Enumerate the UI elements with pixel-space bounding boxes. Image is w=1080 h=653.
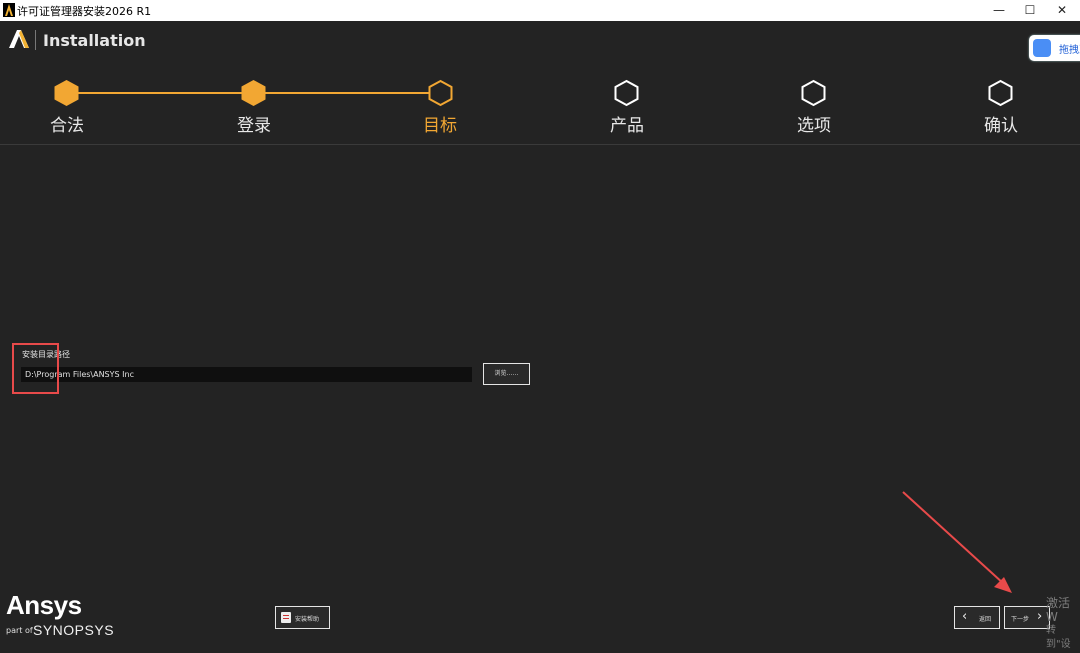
annotation-highlight-box bbox=[12, 343, 59, 394]
window-titlebar: 许可证管理器安装2026 R1 — ☐ ✕ bbox=[0, 0, 1080, 22]
next-button[interactable]: 下一步 › bbox=[1004, 606, 1050, 629]
back-button[interactable]: ‹ 返回 bbox=[954, 606, 1000, 629]
close-button[interactable]: ✕ bbox=[1047, 0, 1077, 21]
synopsys-wordmark: SYNOPSYS bbox=[33, 622, 115, 638]
watermark-line-2: 转到"设 bbox=[1046, 625, 1071, 650]
step-progress: 合法 登录 目标 产品 选项 确认 bbox=[0, 21, 1080, 144]
help-document-icon bbox=[281, 612, 291, 623]
maximize-button[interactable]: ☐ bbox=[1015, 0, 1045, 21]
step-label-products: 产品 bbox=[610, 116, 644, 136]
activation-watermark: 激活 W 转到"设 bbox=[1046, 596, 1080, 652]
install-help-button[interactable]: 安装帮助 bbox=[275, 606, 330, 629]
browse-button[interactable]: 浏览…… bbox=[483, 363, 530, 385]
next-label: 下一步 bbox=[1011, 616, 1030, 623]
step-label-login: 登录 bbox=[237, 116, 271, 136]
step-label-options: 选项 bbox=[797, 116, 831, 136]
step-label-legal: 合法 bbox=[50, 116, 84, 136]
step-hexagon-icon bbox=[54, 80, 79, 106]
minimize-button[interactable]: — bbox=[984, 0, 1014, 21]
back-label: 返回 bbox=[979, 616, 992, 623]
main-content: 安装目录路径 浏览…… Ansys part of SYNOPSYS 安装帮助 … bbox=[0, 145, 1080, 653]
install-help-label: 安装帮助 bbox=[295, 616, 320, 623]
step-label-target: 目标 bbox=[423, 116, 457, 136]
install-path-input[interactable] bbox=[21, 367, 472, 382]
watermark-line-1: 激活 W bbox=[1046, 596, 1071, 624]
installer-header: Installation 拖拽到 合法 登录 目标 产品 选项 确认 bbox=[0, 21, 1080, 145]
step-hexagon-icon bbox=[428, 79, 453, 107]
ansys-app-icon bbox=[3, 3, 15, 17]
step-hexagon-icon bbox=[801, 79, 826, 107]
step-hexagon-icon bbox=[988, 79, 1013, 107]
window-title: 许可证管理器安装2026 R1 bbox=[17, 5, 152, 18]
chevron-left-icon: ‹ bbox=[962, 609, 968, 624]
ansys-wordmark: Ansys bbox=[6, 590, 82, 620]
step-label-confirm: 确认 bbox=[984, 116, 1018, 136]
ansys-synopsys-logo: Ansys part of SYNOPSYS bbox=[6, 590, 116, 645]
part-of-label: part of bbox=[6, 626, 33, 635]
chevron-right-icon: › bbox=[1037, 609, 1043, 624]
step-hexagon-icon bbox=[614, 79, 639, 107]
step-hexagon-icon bbox=[241, 80, 266, 106]
